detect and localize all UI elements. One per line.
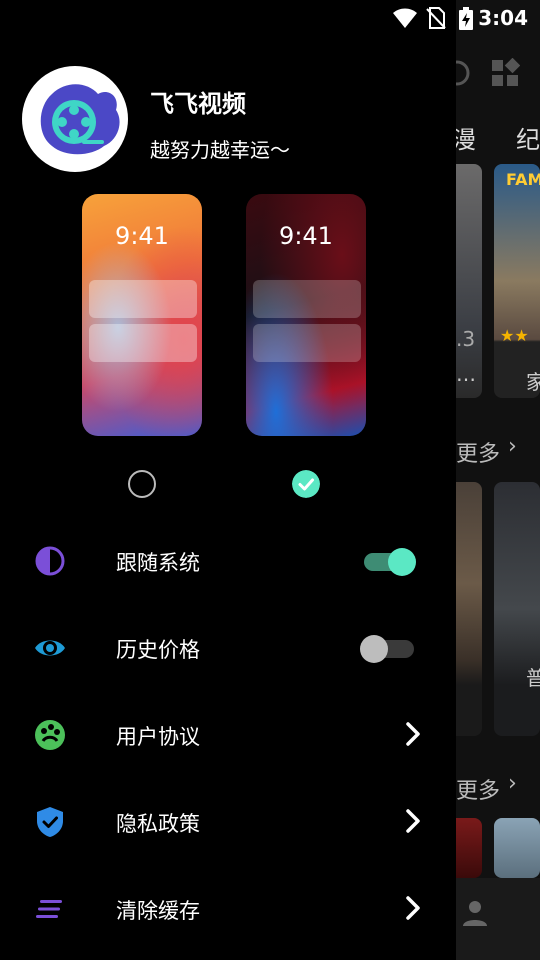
poster[interactable] xyxy=(494,818,540,878)
theme-dark-radio-check-icon[interactable] xyxy=(292,470,320,498)
person-icon[interactable] xyxy=(460,898,490,928)
menu-label: 清除缓存 xyxy=(116,899,200,923)
navigation-drawer: 飞飞视频 越努力越幸运～ 9:41 9:41 跟随系统 历史价格 用户协议 隐私… xyxy=(0,0,456,960)
menu-label: 隐私政策 xyxy=(116,812,200,836)
notification-placeholder xyxy=(253,324,361,362)
more-link[interactable]: 更多 xyxy=(456,436,500,468)
theme-clock: 9:41 xyxy=(279,222,333,250)
menu-item-price-history[interactable]: 历史价格 xyxy=(0,608,456,688)
app-logo[interactable] xyxy=(22,66,128,172)
more-link[interactable]: 更多 xyxy=(456,773,500,805)
palette-icon xyxy=(35,720,65,750)
notification-placeholder xyxy=(89,280,197,318)
chevron-right-icon xyxy=(406,722,420,746)
theme-light-radio[interactable] xyxy=(128,470,156,498)
menu-label: 跟随系统 xyxy=(116,551,200,575)
chevron-right-icon[interactable]: › xyxy=(508,771,517,796)
status-bar: 3:04 xyxy=(0,0,540,36)
half-moon-icon xyxy=(35,546,65,576)
film-reel-icon xyxy=(40,84,120,155)
poster-title: FAM xyxy=(506,170,540,189)
no-sim-icon xyxy=(426,7,446,29)
menu-item-user-agreement[interactable]: 用户协议 xyxy=(0,695,456,775)
theme-clock: 9:41 xyxy=(115,222,169,250)
lines-icon xyxy=(36,900,62,918)
caption-fragment-2: 普 xyxy=(526,666,540,690)
status-time: 3:04 xyxy=(478,6,528,30)
menu-label: 用户协议 xyxy=(116,725,200,749)
chevron-right-icon xyxy=(406,896,420,920)
menu-item-clear-cache[interactable]: 清除缓存 xyxy=(0,869,456,949)
rating-fragment: .3 xyxy=(456,327,476,351)
caption-fragment: 家 xyxy=(526,370,540,394)
price-history-toggle[interactable] xyxy=(360,634,418,664)
menu-item-follow-system[interactable]: 跟随系统 xyxy=(0,521,456,601)
eye-icon xyxy=(35,640,65,656)
menu-item-privacy-policy[interactable]: 隐私政策 xyxy=(0,782,456,862)
notification-placeholder xyxy=(89,324,197,362)
theme-card-light[interactable]: 9:41 xyxy=(82,194,202,436)
app-name: 飞飞视频 xyxy=(150,90,246,118)
shield-check-icon xyxy=(37,807,63,837)
bottom-nav xyxy=(456,878,540,960)
menu-label: 历史价格 xyxy=(116,638,200,662)
wifi-icon xyxy=(393,8,417,28)
caption-dots: … xyxy=(456,362,476,386)
follow-system-toggle[interactable] xyxy=(360,547,418,577)
chevron-right-icon[interactable]: › xyxy=(508,434,517,459)
star-icon: ★★ xyxy=(500,326,529,345)
chevron-right-icon xyxy=(406,809,420,833)
battery-charging-icon xyxy=(459,7,473,30)
poster[interactable]: FAM ★★ xyxy=(494,164,540,398)
apps-grid-icon[interactable] xyxy=(490,58,520,88)
theme-card-dark[interactable]: 9:41 xyxy=(246,194,366,436)
bg-tab-2[interactable]: 纪 xyxy=(516,120,540,155)
app-slogan: 越努力越幸运～ xyxy=(150,138,290,162)
poster[interactable]: 普 xyxy=(494,482,540,736)
notification-placeholder xyxy=(253,280,361,318)
